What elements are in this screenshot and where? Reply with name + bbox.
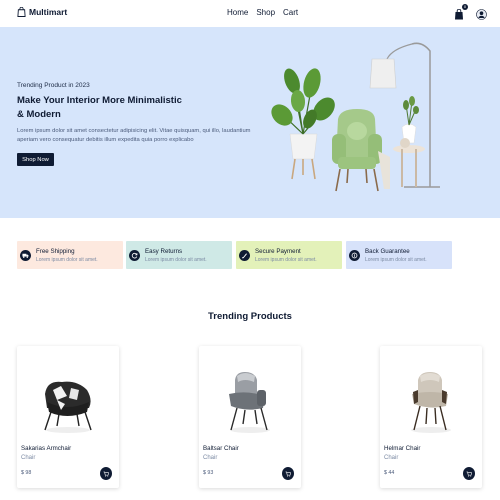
service-easy-returns[interactable]: Easy Returns Lorem ipsum dolor sit amet. [126,241,232,269]
product-category: Chair [203,455,218,461]
service-subtitle: Lorem ipsum dolor sit amet. [255,256,317,263]
product-image [44,381,92,433]
hero-subtitle: Trending Product in 2023 [17,82,90,89]
product-card[interactable]: Sakarias Armchair Chair $ 98 [17,346,119,488]
truck-icon [20,249,31,261]
main-nav: Home Shop Cart [227,8,298,17]
product-image [411,372,451,433]
service-subtitle: Lorem ipsum dolor sit amet. [145,256,207,263]
cart-count-badge: 0 [462,4,468,10]
cart-icon[interactable]: 0 [454,4,468,20]
service-back-guarantee[interactable]: Back Guarantee Lorem ipsum dolor sit ame… [346,241,452,269]
service-title: Back Guarantee [365,247,410,255]
shop-now-button[interactable]: Shop Now [17,153,54,166]
product-price: $ 93 [203,470,214,476]
service-title: Easy Returns [145,247,183,255]
product-price: $ 98 [21,470,32,476]
product-name: Baltsar Chair [203,445,239,452]
product-name: Helmar Chair [384,445,421,452]
service-title: Free Shipping [36,247,75,255]
logo[interactable]: Multimart [17,7,67,17]
site-header: Multimart Home Shop Cart 0 [0,0,500,27]
service-free-shipping[interactable]: Free Shipping Lorem ipsum dolor sit amet… [17,241,123,269]
hero-description: Lorem ipsum dolor sit amet consectetur a… [17,128,251,143]
add-to-cart-button[interactable] [282,467,294,480]
service-subtitle: Lorem ipsum dolor sit amet. [365,256,427,263]
cart-add-icon [103,471,109,477]
cart-add-icon [466,471,472,477]
hero-furniture-image [271,42,440,192]
product-card[interactable]: Baltsar Chair Chair $ 93 [199,346,301,488]
product-price: $ 44 [384,470,395,476]
card-icon [239,249,250,261]
product-category: Chair [21,455,36,461]
service-secure-payment[interactable]: Secure Payment Lorem ipsum dolor sit ame… [236,241,342,269]
service-title: Secure Payment [255,247,301,255]
cart-add-icon [285,471,291,477]
hero-title: Make Your Interior More Minimalistic & M… [17,95,182,120]
header-actions: 0 [454,4,487,20]
logo-text: Multimart [29,7,68,17]
nav-shop[interactable]: Shop [256,8,275,17]
trending-products-title: Trending Products [208,311,292,322]
money-icon [349,249,360,261]
service-subtitle: Lorem ipsum dolor sit amet. [36,256,98,263]
add-to-cart-button[interactable] [100,467,112,480]
shopping-bag-icon [17,7,26,17]
nav-home[interactable]: Home [227,8,248,17]
product-image [229,372,270,433]
product-name: Sakarias Armchair [21,445,72,452]
product-category: Chair [384,455,399,461]
add-to-cart-button[interactable] [463,467,475,480]
refresh-icon [129,249,140,261]
nav-cart[interactable]: Cart [283,8,298,17]
product-card[interactable]: Helmar Chair Chair $ 44 [380,346,482,488]
user-avatar-icon[interactable] [476,7,487,20]
